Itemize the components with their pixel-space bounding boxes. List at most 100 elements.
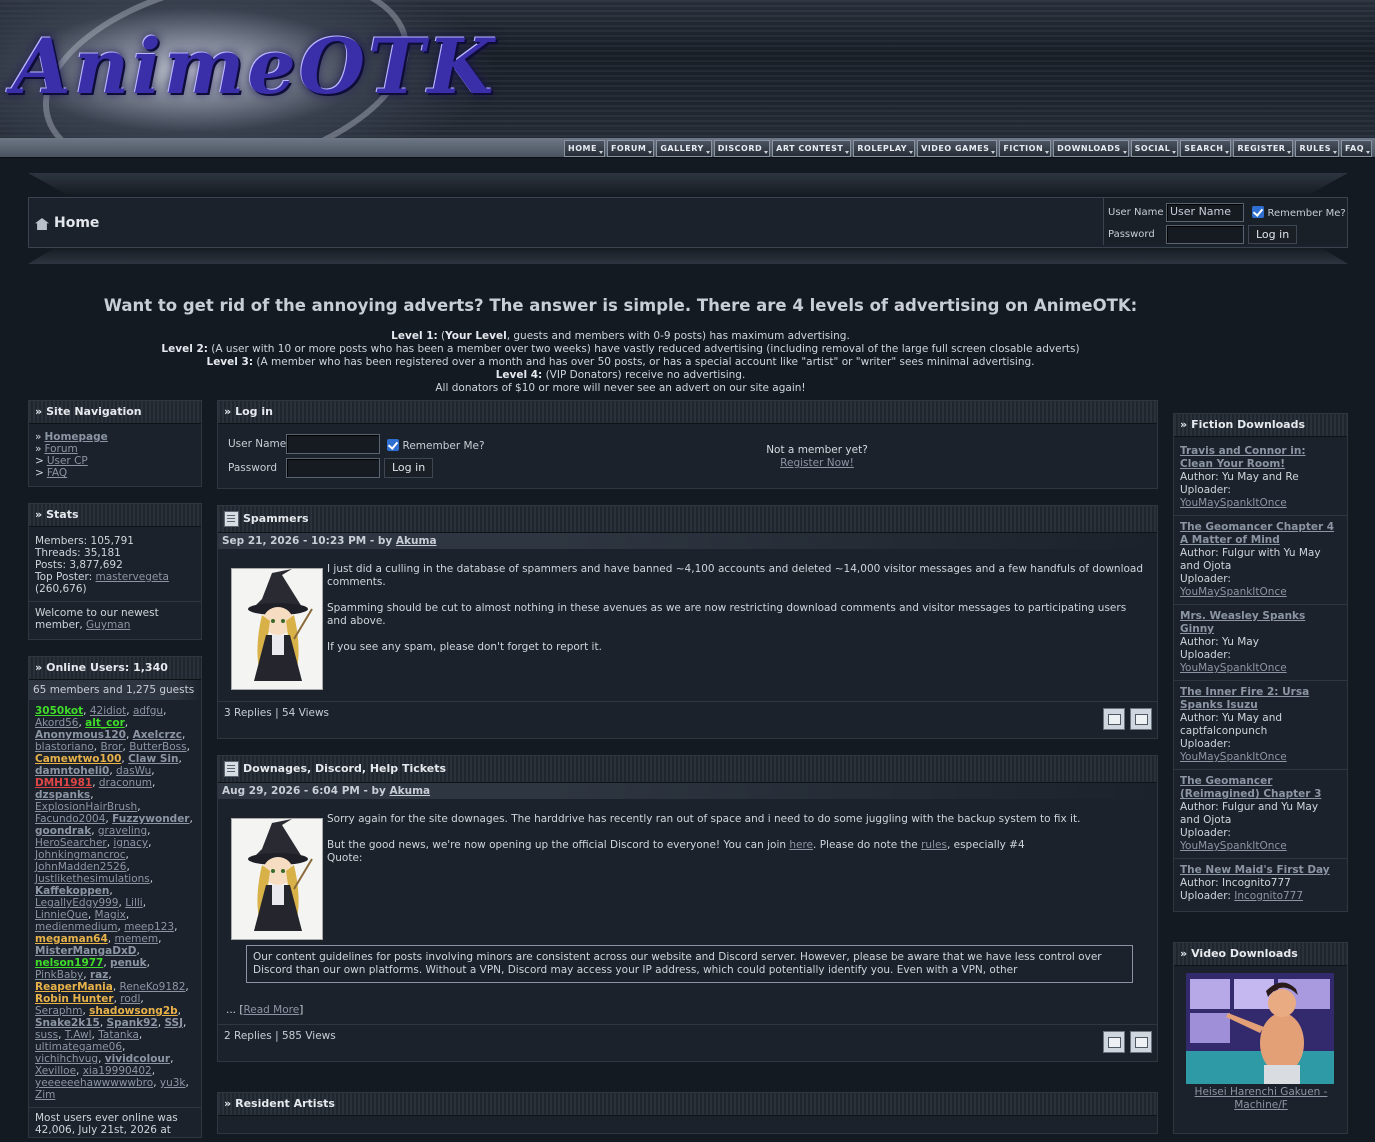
online-user-link[interactable]: goondrak bbox=[35, 825, 91, 837]
online-user-link[interactable]: vividcolour bbox=[105, 1053, 170, 1065]
rules-link[interactable]: rules bbox=[921, 839, 947, 851]
online-user-link[interactable]: damntoheli0 bbox=[35, 765, 109, 777]
online-user-link[interactable]: Justlikethesimulations bbox=[35, 873, 150, 885]
online-user-link[interactable]: blastoriano bbox=[35, 741, 94, 753]
nav-video-games[interactable]: VIDEO GAMES bbox=[917, 140, 998, 157]
top-poster-link[interactable]: mastervegeta bbox=[96, 571, 169, 583]
site-nav-link-forum[interactable]: Forum bbox=[44, 443, 77, 455]
fiction-uploader-link[interactable]: Incognito777 bbox=[1234, 890, 1303, 902]
site-nav-link-homepage[interactable]: Homepage bbox=[44, 431, 107, 443]
header-remember-me[interactable]: Remember Me? bbox=[1252, 206, 1346, 219]
site-logo[interactable]: AnimeOTK bbox=[12, 22, 497, 111]
send-to-friend-icon[interactable] bbox=[1103, 708, 1125, 730]
online-user-link[interactable]: xia19990402 bbox=[83, 1065, 152, 1077]
fiction-title-link[interactable]: The New Maid's First Day bbox=[1180, 864, 1341, 877]
site-nav-link-faq[interactable]: FAQ bbox=[47, 467, 67, 479]
nav-fiction[interactable]: FICTION bbox=[999, 140, 1052, 157]
online-user-link[interactable]: LegallyEdgy999 bbox=[35, 897, 119, 909]
site-nav-link-user-cp[interactable]: User CP bbox=[47, 455, 88, 467]
online-user-link[interactable]: Fuzzywonder bbox=[112, 813, 189, 825]
online-user-link[interactable]: Snake2k15 bbox=[35, 1017, 100, 1029]
online-user-link[interactable]: SSJ bbox=[164, 1017, 183, 1029]
online-user-link[interactable]: ultimategame06 bbox=[35, 1041, 122, 1053]
online-user-link[interactable]: PinkBaby bbox=[35, 969, 83, 981]
checkbox-checked-icon[interactable] bbox=[1252, 206, 1264, 218]
online-user-link[interactable]: Bror bbox=[100, 741, 122, 753]
fiction-uploader-link[interactable]: YouMaySpankItOnce bbox=[1180, 751, 1287, 763]
video-thumbnail[interactable] bbox=[1186, 973, 1334, 1084]
header-password-input[interactable] bbox=[1166, 225, 1244, 244]
nav-social[interactable]: SOCIAL bbox=[1130, 140, 1179, 157]
online-user-link[interactable]: vichihchvug bbox=[35, 1053, 98, 1065]
login-remember-me[interactable]: Remember Me? bbox=[387, 439, 485, 452]
fiction-uploader-link[interactable]: YouMaySpankItOnce bbox=[1180, 840, 1287, 852]
printable-version-icon[interactable] bbox=[1130, 1031, 1152, 1053]
fiction-title-link[interactable]: The Inner Fire 2: Ursa Spanks Isuzu bbox=[1180, 686, 1341, 712]
online-user-link[interactable]: Johnkingmancroc bbox=[35, 849, 126, 861]
nav-register[interactable]: REGISTER bbox=[1233, 140, 1294, 157]
online-user-link[interactable]: Kaffekoppen bbox=[35, 885, 109, 897]
online-user-link[interactable]: shadowsong2b bbox=[89, 1005, 178, 1017]
online-user-link[interactable]: JohnMadden2526 bbox=[35, 861, 127, 873]
online-user-link[interactable]: Tatanka bbox=[98, 1029, 139, 1041]
fiction-uploader-link[interactable]: YouMaySpankItOnce bbox=[1180, 497, 1287, 509]
online-user-link[interactable]: raz bbox=[90, 969, 108, 981]
fiction-title-link[interactable]: Mrs. Weasley Spanks Ginny bbox=[1180, 610, 1341, 636]
nav-discord[interactable]: DISCORD bbox=[713, 140, 771, 157]
nav-forum[interactable]: FORUM bbox=[606, 140, 655, 157]
discord-join-link[interactable]: here bbox=[789, 839, 813, 851]
fiction-title-link[interactable]: Travis and Connor in: Clean Your Room! bbox=[1180, 445, 1341, 471]
online-user-link[interactable]: ignacy bbox=[113, 837, 148, 849]
login-username-input[interactable] bbox=[286, 434, 380, 454]
nav-faq[interactable]: FAQ bbox=[1340, 140, 1372, 157]
nav-downloads[interactable]: DOWNLOADS bbox=[1053, 140, 1129, 157]
online-user-link[interactable]: graveling bbox=[98, 825, 147, 837]
online-user-link[interactable]: Xevilloe bbox=[35, 1065, 76, 1077]
online-user-link[interactable]: Facundo2004 bbox=[35, 813, 105, 825]
online-user-link[interactable]: nelson1977 bbox=[35, 957, 103, 969]
post-title[interactable]: Spammers bbox=[218, 506, 1157, 533]
online-user-link[interactable]: Robin Hunter bbox=[35, 993, 114, 1005]
header-username-input[interactable]: User Name bbox=[1166, 203, 1244, 222]
online-user-link[interactable]: ButterBoss bbox=[129, 741, 186, 753]
nav-roleplay[interactable]: ROLEPLAY bbox=[853, 140, 916, 157]
online-user-link[interactable]: dasWu bbox=[116, 765, 151, 777]
online-user-link[interactable]: MisterMangaDxD bbox=[35, 945, 136, 957]
printable-version-icon[interactable] bbox=[1130, 708, 1152, 730]
nav-home[interactable]: HOME bbox=[564, 140, 605, 157]
header-login-button[interactable]: Log in bbox=[1248, 225, 1298, 244]
online-user-link[interactable]: LinnieQue bbox=[35, 909, 88, 921]
login-submit-button[interactable]: Log in bbox=[384, 458, 434, 478]
checkbox-checked-icon[interactable] bbox=[387, 439, 399, 451]
online-user-link[interactable]: ReneKo9182 bbox=[120, 981, 186, 993]
online-user-link[interactable]: Seraphm bbox=[35, 1005, 82, 1017]
online-user-link[interactable]: suss bbox=[35, 1029, 58, 1041]
fiction-title-link[interactable]: The Geomancer (Reimagined) Chapter 3 bbox=[1180, 775, 1341, 801]
register-now-link[interactable]: Register Now! bbox=[738, 457, 896, 470]
fiction-uploader-link[interactable]: YouMaySpankItOnce bbox=[1180, 662, 1287, 674]
online-user-link[interactable]: ReaperMania bbox=[35, 981, 113, 993]
online-user-link[interactable]: ExplosionHairBrush bbox=[35, 801, 137, 813]
online-user-link[interactable]: 42idiot bbox=[90, 705, 126, 717]
nav-art-contest[interactable]: ART CONTEST bbox=[772, 140, 852, 157]
online-user-link[interactable]: meep123 bbox=[124, 921, 174, 933]
online-user-link[interactable]: Spank92 bbox=[107, 1017, 158, 1029]
read-more-link[interactable]: Read More bbox=[243, 1004, 299, 1016]
post-title[interactable]: Downages, Discord, Help Tickets bbox=[218, 756, 1157, 783]
online-user-link[interactable]: Claw Sin bbox=[128, 753, 178, 765]
nav-rules[interactable]: RULES bbox=[1295, 140, 1339, 157]
online-user-link[interactable]: medienmedium bbox=[35, 921, 118, 933]
online-user-link[interactable]: memem bbox=[114, 933, 158, 945]
nav-search[interactable]: SEARCH bbox=[1180, 140, 1232, 157]
online-user-link[interactable]: 3050kot bbox=[35, 705, 83, 717]
online-user-link[interactable]: yeeeeeehawwwwwbro bbox=[35, 1077, 153, 1089]
online-user-link[interactable]: draconum bbox=[99, 777, 152, 789]
nav-gallery[interactable]: GALLERY bbox=[656, 140, 712, 157]
send-to-friend-icon[interactable] bbox=[1103, 1031, 1125, 1053]
online-user-link[interactable]: megaman64 bbox=[35, 933, 108, 945]
post-author-link[interactable]: Akuma bbox=[396, 535, 437, 547]
online-user-link[interactable]: HeroSearcher bbox=[35, 837, 107, 849]
online-user-link[interactable]: alt_cor bbox=[85, 717, 125, 729]
online-user-link[interactable]: Lilli bbox=[125, 897, 143, 909]
video-title-link[interactable]: Heisei Harenchi Gakuen - Machine/F bbox=[1184, 1086, 1338, 1112]
